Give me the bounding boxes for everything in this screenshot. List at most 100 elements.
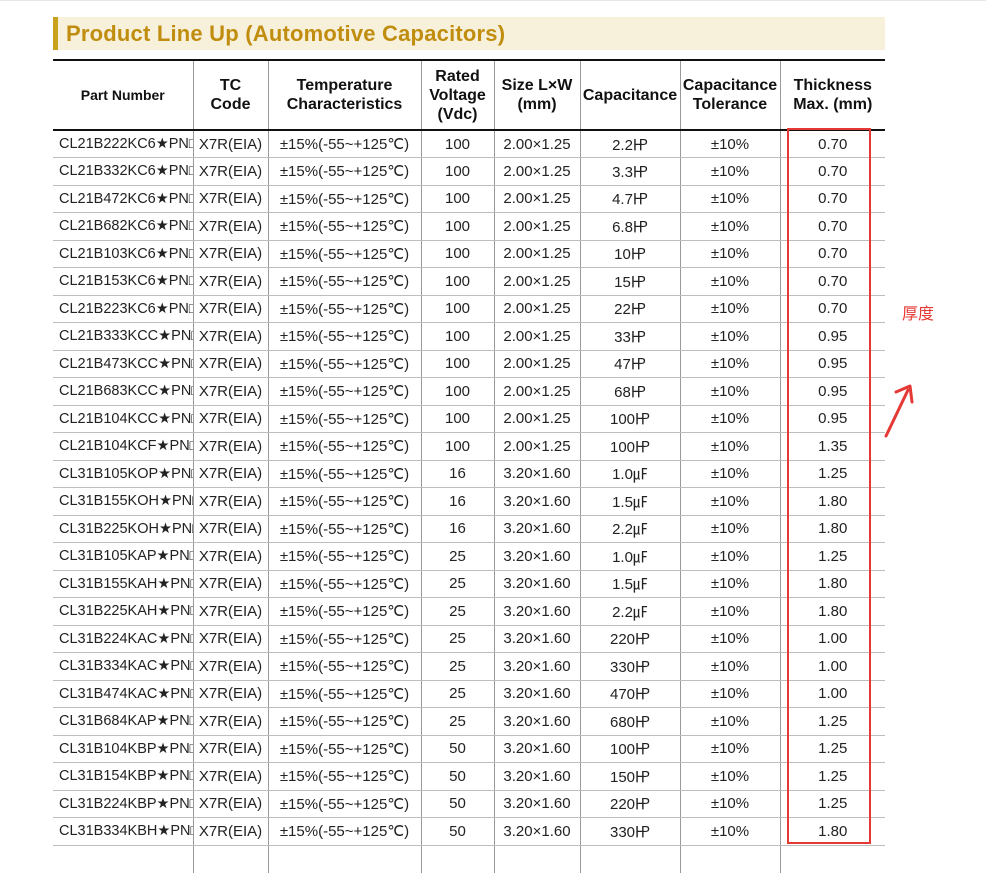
capacitance-cell: 1.5㎌	[579, 487, 680, 516]
size-cell: 2.00×1.25	[493, 295, 580, 323]
rated-voltage-cell: 100	[420, 350, 494, 378]
capacitance-cell: 47㏋	[579, 350, 680, 378]
tolerance-cell: ±10%	[679, 652, 780, 681]
tolerance-cell: ±10%	[679, 212, 780, 241]
table-row: CL31B105KOP★PN□ X7R(EIA) ±15%(-55~+125℃) 16…	[53, 460, 885, 488]
capacitance-cell: 6.8㏋	[579, 212, 680, 241]
tc-code-cell: X7R(EIA)	[192, 652, 268, 681]
table-row: CL21B103KC6★PN□ X7R(EIA) ±15%(-55~+125℃) 10…	[53, 240, 885, 268]
part-number-cell: CL21B104KCC★PN□	[53, 405, 193, 433]
table-row: CL31B224KBP★PN□ X7R(EIA) ±15%(-55~+125℃) 50…	[53, 790, 885, 818]
size-cell: 2.00×1.25	[493, 432, 580, 461]
size-cell: 3.20×1.60	[493, 597, 580, 626]
rated-voltage-cell: 100	[420, 212, 494, 241]
temperature-characteristics-cell: ±15%(-55~+125℃)	[267, 157, 421, 186]
capacitance-cell: 100㏋	[579, 735, 680, 763]
temperature-characteristics-cell: ±15%(-55~+125℃)	[267, 322, 421, 351]
table-row: CL21B472KC6★PN□ X7R(EIA) ±15%(-55~+125℃) 10…	[53, 185, 885, 213]
part-number-cell: CL31B225KAH★PN□	[53, 597, 193, 626]
temperature-characteristics-cell: ±15%(-55~+125℃)	[267, 790, 421, 818]
capacitance-cell: 330㏋	[579, 652, 680, 681]
size-cell: 2.00×1.25	[493, 350, 580, 378]
capacitance-cell: 2.2㎌	[579, 515, 680, 543]
temperature-characteristics-cell: ±15%(-55~+125℃)	[267, 515, 421, 543]
table-row: CL31B225KAH★PN□ X7R(EIA) ±15%(-55~+125℃) 25…	[53, 597, 885, 626]
tc-code-cell: X7R(EIA)	[192, 762, 268, 791]
size-cell: 3.20×1.60	[493, 707, 580, 736]
capacitance-cell: 68㏋	[579, 377, 680, 406]
header-rated-voltage: Rated Voltage (Vdc)	[420, 59, 494, 131]
tc-code-cell: X7R(EIA)	[192, 597, 268, 626]
table-row: CL21B222KC6★PN□ X7R(EIA) ±15%(-55~+125℃) 10…	[53, 130, 885, 158]
tc-code-cell: X7R(EIA)	[192, 350, 268, 378]
tolerance-cell: ±10%	[679, 680, 780, 708]
table-row: CL31B105KAP★PN□ X7R(EIA) ±15%(-55~+125℃) 25…	[53, 542, 885, 571]
empty-cell	[779, 845, 885, 873]
tolerance-cell: ±10%	[679, 432, 780, 461]
tolerance-cell: ±10%	[679, 185, 780, 213]
size-cell: 3.20×1.60	[493, 487, 580, 516]
part-number-cell: CL31B105KOP★PN□	[53, 460, 193, 488]
capacitance-cell: 22㏋	[579, 295, 680, 323]
table-row: CL31B334KBH★PN□ X7R(EIA) ±15%(-55~+125℃) 50…	[53, 817, 885, 846]
capacitance-cell: 100㏋	[579, 432, 680, 461]
tolerance-cell: ±10%	[679, 130, 780, 158]
table-row: CL31B155KOH★PN□ X7R(EIA) ±15%(-55~+125℃) 16…	[53, 487, 885, 516]
rated-voltage-cell: 100	[420, 240, 494, 268]
rated-voltage-cell: 25	[420, 707, 494, 736]
top-divider	[0, 0, 986, 1]
temperature-characteristics-cell: ±15%(-55~+125℃)	[267, 707, 421, 736]
rated-voltage-cell: 50	[420, 735, 494, 763]
table-row: CL21B223KC6★PN□ X7R(EIA) ±15%(-55~+125℃) 10…	[53, 295, 885, 323]
part-number-cell: CL21B682KC6★PN□	[53, 212, 193, 241]
rated-voltage-cell: 100	[420, 432, 494, 461]
empty-cell	[493, 845, 580, 873]
capacitance-cell: 220㏋	[579, 625, 680, 653]
empty-cell	[679, 845, 780, 873]
temperature-characteristics-cell: ±15%(-55~+125℃)	[267, 212, 421, 241]
temperature-characteristics-cell: ±15%(-55~+125℃)	[267, 405, 421, 433]
tolerance-cell: ±10%	[679, 515, 780, 543]
capacitance-cell: 1.0㎌	[579, 542, 680, 571]
temperature-characteristics-cell: ±15%(-55~+125℃)	[267, 460, 421, 488]
table-row: CL31B334KAC★PN□ X7R(EIA) ±15%(-55~+125℃) 25…	[53, 652, 885, 681]
rated-voltage-cell: 25	[420, 680, 494, 708]
rated-voltage-cell: 100	[420, 377, 494, 406]
size-cell: 2.00×1.25	[493, 405, 580, 433]
capacitance-cell: 150㏋	[579, 762, 680, 791]
tolerance-cell: ±10%	[679, 240, 780, 268]
temperature-characteristics-cell: ±15%(-55~+125℃)	[267, 652, 421, 681]
capacitance-cell: 33㏋	[579, 322, 680, 351]
tolerance-cell: ±10%	[679, 322, 780, 351]
temperature-characteristics-cell: ±15%(-55~+125℃)	[267, 680, 421, 708]
empty-cell	[420, 845, 494, 873]
capacitance-cell: 15㏋	[579, 267, 680, 296]
tolerance-cell: ±10%	[679, 735, 780, 763]
table-row: CL31B225KOH★PN□ X7R(EIA) ±15%(-55~+125℃) 16…	[53, 515, 885, 543]
tc-code-cell: X7R(EIA)	[192, 432, 268, 461]
header-part-number: Part Number	[53, 59, 193, 131]
part-number-cell: CL31B334KAC★PN□	[53, 652, 193, 681]
part-number-cell: CL31B155KOH★PN□	[53, 487, 193, 516]
temperature-characteristics-cell: ±15%(-55~+125℃)	[267, 295, 421, 323]
capacitance-cell: 2.2㎌	[579, 597, 680, 626]
tolerance-cell: ±10%	[679, 267, 780, 296]
rated-voltage-cell: 100	[420, 157, 494, 186]
capacitance-cell: 1.0㎌	[579, 460, 680, 488]
size-cell: 3.20×1.60	[493, 625, 580, 653]
tolerance-cell: ±10%	[679, 817, 780, 846]
tolerance-cell: ±10%	[679, 460, 780, 488]
header-temperature-characteristics: Temperature Characteristics	[267, 59, 421, 131]
size-cell: 3.20×1.60	[493, 817, 580, 846]
table-row: CL21B333KCC★PN□ X7R(EIA) ±15%(-55~+125℃) 10…	[53, 322, 885, 351]
tc-code-cell: X7R(EIA)	[192, 405, 268, 433]
tc-code-cell: X7R(EIA)	[192, 185, 268, 213]
size-cell: 3.20×1.60	[493, 542, 580, 571]
rated-voltage-cell: 50	[420, 762, 494, 791]
size-cell: 3.20×1.60	[493, 515, 580, 543]
table-header-row: Part Number TC Code Temperature Characterist…	[53, 59, 885, 131]
tc-code-cell: X7R(EIA)	[192, 487, 268, 516]
tolerance-cell: ±10%	[679, 570, 780, 598]
capacitance-cell: 4.7㏋	[579, 185, 680, 213]
capacitance-cell: 680㏋	[579, 707, 680, 736]
